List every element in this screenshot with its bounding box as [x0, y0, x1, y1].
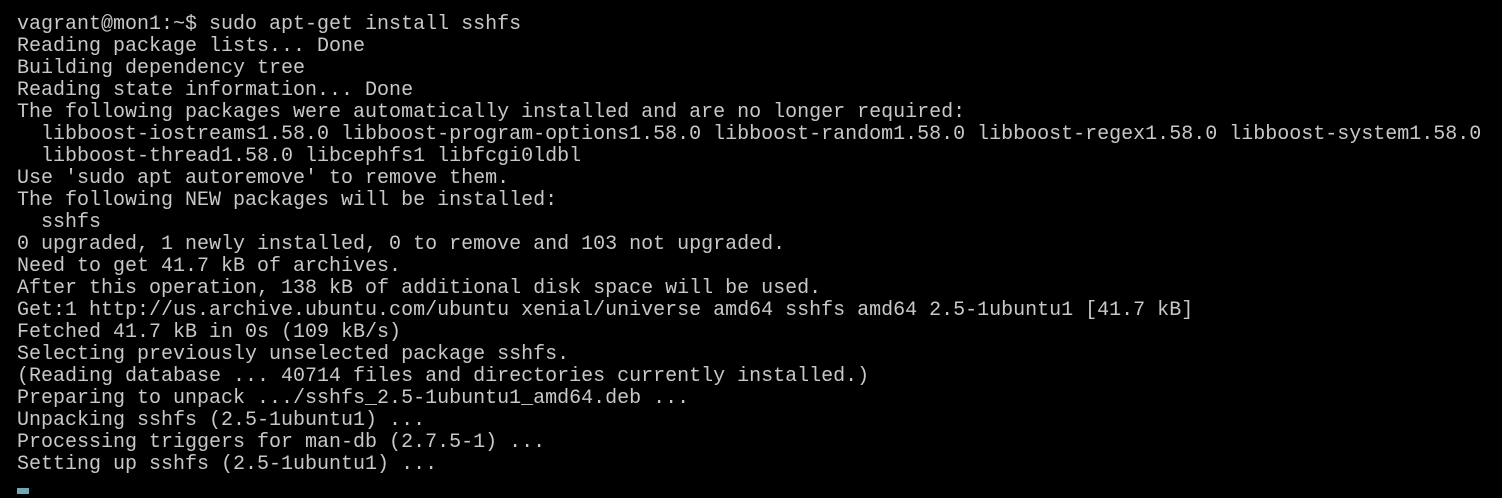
- output-line: libboost-iostreams1.58.0 libboost-progra…: [17, 123, 1482, 146]
- output-line: 0 upgraded, 1 newly installed, 0 to remo…: [17, 233, 786, 256]
- output-line: The following packages were automaticall…: [17, 101, 966, 124]
- output-line: Unpacking sshfs (2.5-1ubuntu1) ...: [17, 409, 426, 432]
- output-line: Reading state information... Done: [17, 79, 414, 102]
- output-line: Selecting previously unselected package …: [17, 343, 570, 366]
- output-line: (Reading database ... 40714 files and di…: [17, 365, 870, 388]
- terminal-cursor: [17, 488, 29, 494]
- output-line: Preparing to unpack .../sshfs_2.5-1ubunt…: [17, 387, 690, 410]
- output-line: libboost-thread1.58.0 libcephfs1 libfcgi…: [17, 145, 582, 168]
- output-line: Get:1 http://us.archive.ubuntu.com/ubunt…: [17, 299, 1194, 322]
- output-line: Processing triggers for man-db (2.7.5-1)…: [17, 431, 546, 454]
- output-line: Building dependency tree: [17, 57, 306, 80]
- command-line: vagrant@mon1:~$ sudo apt-get install ssh…: [17, 13, 522, 36]
- output-line: Fetched 41.7 kB in 0s (109 kB/s): [17, 321, 402, 344]
- output-line: Use 'sudo apt autoremove' to remove them…: [17, 167, 510, 190]
- output-line: Need to get 41.7 kB of archives.: [17, 255, 402, 278]
- cursor-line: [17, 476, 1502, 498]
- output-line: sshfs: [17, 211, 102, 234]
- output-line: The following NEW packages will be insta…: [17, 189, 558, 212]
- output-line: After this operation, 138 kB of addition…: [17, 277, 822, 300]
- terminal-window[interactable]: vagrant@mon1:~$ sudo apt-get install ssh…: [0, 0, 1502, 496]
- output-line: Reading package lists... Done: [17, 35, 366, 58]
- output-line: Setting up sshfs (2.5-1ubuntu1) ...: [17, 453, 438, 476]
